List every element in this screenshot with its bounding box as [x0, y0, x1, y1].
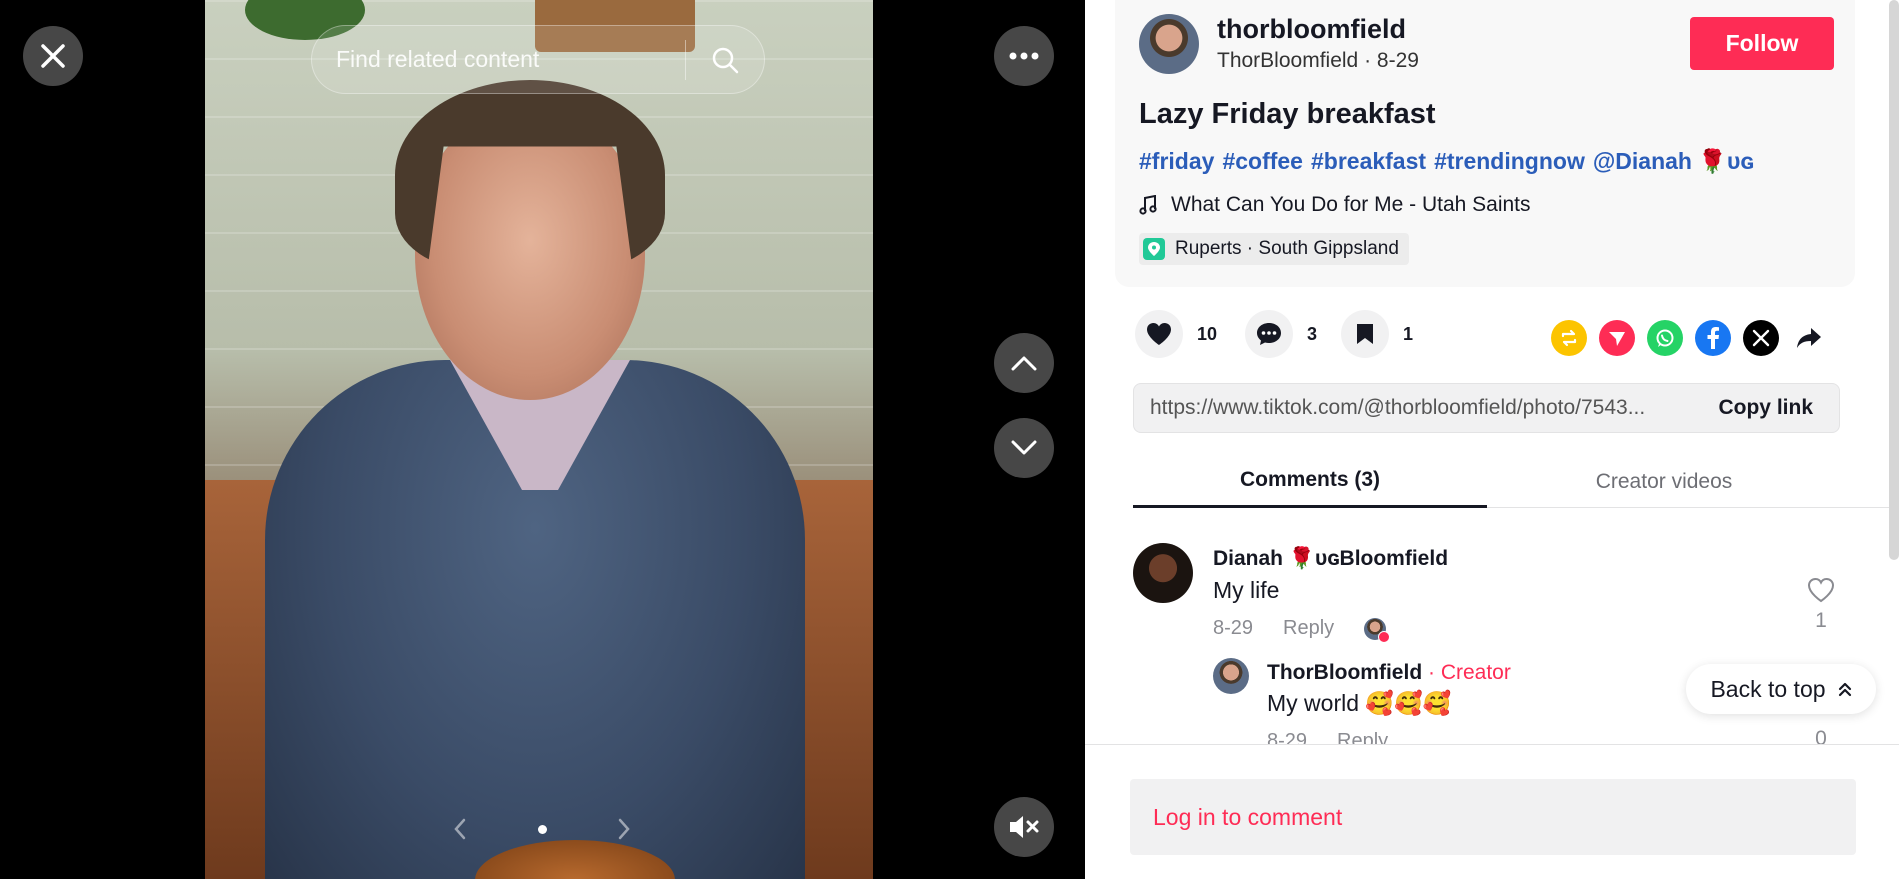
- back-to-top-label: Back to top: [1710, 675, 1826, 702]
- panel-divider: [1085, 744, 1899, 745]
- comment-text: My life: [1213, 577, 1280, 603]
- search-input[interactable]: [312, 46, 685, 73]
- reply-button[interactable]: Reply: [1337, 730, 1388, 745]
- facebook-icon[interactable]: [1695, 320, 1731, 356]
- carousel-dot: [537, 824, 547, 834]
- search-bar: [311, 25, 765, 94]
- reply-author-name[interactable]: ThorBloomfield: [1267, 661, 1422, 684]
- post-date: 8-29: [1376, 49, 1419, 72]
- comment-like[interactable]: 1: [1801, 577, 1841, 633]
- music-title: What Can You Do for Me - Utah Saints: [1171, 193, 1531, 216]
- repost-icon[interactable]: [1551, 320, 1587, 356]
- close-button[interactable]: [23, 26, 83, 86]
- search-icon: [712, 47, 739, 73]
- tab-bar: Comments (3) Creator videos: [1133, 455, 1899, 508]
- comment-date: 8-29: [1213, 617, 1254, 639]
- back-to-top-button[interactable]: Back to top: [1686, 664, 1876, 714]
- heart-outline-icon: [1807, 577, 1835, 603]
- details-panel: thorbloomfield ThorBloomfield · 8-29 Fol…: [1085, 0, 1899, 879]
- chevron-down-icon: [1011, 440, 1037, 455]
- reply-text: My world 🥰🥰🥰: [1267, 690, 1452, 716]
- liked-heart-badge: [1378, 630, 1391, 643]
- hashtag-link[interactable]: #trendingnow: [1434, 148, 1585, 174]
- reply-like-count: 0: [1815, 727, 1827, 745]
- music-row[interactable]: What Can You Do for Me - Utah Saints: [1139, 193, 1531, 217]
- carousel-nav: [452, 815, 632, 843]
- music-note-icon: [1139, 195, 1157, 215]
- reply-meta: 8-29 Reply: [1267, 730, 1388, 745]
- double-chevron-up-icon: [1838, 682, 1851, 697]
- link-row: https://www.tiktok.com/@thorbloomfield/p…: [1133, 383, 1840, 433]
- previous-post-button[interactable]: [994, 333, 1054, 393]
- post-title: Lazy Friday breakfast: [1139, 98, 1436, 130]
- hashtag-link[interactable]: #coffee: [1222, 148, 1303, 174]
- hashtag-link[interactable]: #friday: [1139, 148, 1214, 174]
- creator-tag: · Creator: [1422, 661, 1511, 684]
- tab-creator-videos[interactable]: Creator videos: [1487, 455, 1841, 508]
- speaker-muted-icon: [1010, 816, 1039, 838]
- login-to-comment[interactable]: Log in to comment: [1130, 779, 1856, 855]
- more-horizontal-icon: [1009, 52, 1039, 60]
- chevron-up-icon: [1011, 356, 1037, 371]
- action-bar: 10 3 1: [1135, 310, 1875, 360]
- creator-liked-avatar: [1364, 617, 1391, 643]
- next-post-button[interactable]: [994, 418, 1054, 478]
- reply-avatar[interactable]: [1213, 658, 1249, 694]
- copy-link-button[interactable]: Copy link: [1692, 396, 1839, 420]
- search-button[interactable]: [686, 45, 764, 75]
- location-chip[interactable]: Ruperts · South Gippsland: [1139, 233, 1409, 265]
- comment-author[interactable]: Dianah 🌹ᴜɢBloomfield: [1213, 547, 1448, 571]
- photo-viewer: [0, 0, 1084, 879]
- comment-meta: 8-29 Reply: [1213, 617, 1391, 643]
- tab-comments[interactable]: Comments (3): [1133, 455, 1487, 508]
- save-action[interactable]: 1: [1341, 310, 1413, 358]
- save-count: 1: [1403, 323, 1414, 344]
- author-display-name[interactable]: ThorBloomfield: [1217, 49, 1358, 72]
- more-options-button[interactable]: [994, 26, 1054, 86]
- author-username[interactable]: thorbloomfield: [1217, 14, 1406, 45]
- comment-action[interactable]: 3: [1245, 310, 1317, 358]
- post-url[interactable]: https://www.tiktok.com/@thorbloomfield/p…: [1134, 396, 1692, 420]
- carousel-prev-icon[interactable]: [452, 817, 468, 841]
- mention-link[interactable]: @Dianah 🌹ᴜɢ: [1593, 148, 1754, 174]
- reply-date: 8-29: [1267, 730, 1308, 745]
- byline-separator: ·: [1358, 49, 1377, 72]
- reply-author: ThorBloomfield · Creator: [1267, 661, 1511, 685]
- close-icon: [41, 44, 65, 68]
- panel-scrollbar[interactable]: [1889, 0, 1899, 560]
- author-byline: ThorBloomfield · 8-29: [1217, 49, 1419, 73]
- post-info-card: thorbloomfield ThorBloomfield · 8-29 Fol…: [1115, 0, 1855, 287]
- share-icon[interactable]: [1791, 320, 1827, 356]
- like-count: 10: [1197, 323, 1218, 344]
- post-photo[interactable]: [205, 0, 873, 879]
- comment-bubble-icon: [1245, 310, 1293, 358]
- carousel-next-icon[interactable]: [616, 817, 632, 841]
- send-icon[interactable]: [1599, 320, 1635, 356]
- photo-face: [415, 110, 645, 400]
- heart-icon: [1135, 310, 1183, 358]
- author-avatar[interactable]: [1139, 14, 1199, 74]
- comment-count: 3: [1307, 323, 1318, 344]
- hashtag-link[interactable]: #breakfast: [1311, 148, 1426, 174]
- hashtag-list: #friday #coffee #breakfast #trendingnow @Dia…: [1139, 148, 1762, 175]
- comment-like-count: 1: [1815, 609, 1827, 632]
- reply-like[interactable]: 0: [1801, 727, 1841, 745]
- comment-avatar[interactable]: [1133, 543, 1193, 603]
- location-label: Ruperts · South Gippsland: [1175, 238, 1399, 259]
- like-action[interactable]: 10: [1135, 310, 1217, 358]
- bookmark-icon: [1341, 310, 1389, 358]
- mute-button[interactable]: [994, 797, 1054, 857]
- whatsapp-icon[interactable]: [1647, 320, 1683, 356]
- follow-button[interactable]: Follow: [1690, 17, 1834, 70]
- reply-button[interactable]: Reply: [1283, 617, 1334, 640]
- x-icon[interactable]: [1743, 320, 1779, 356]
- location-pin-icon: [1143, 238, 1165, 260]
